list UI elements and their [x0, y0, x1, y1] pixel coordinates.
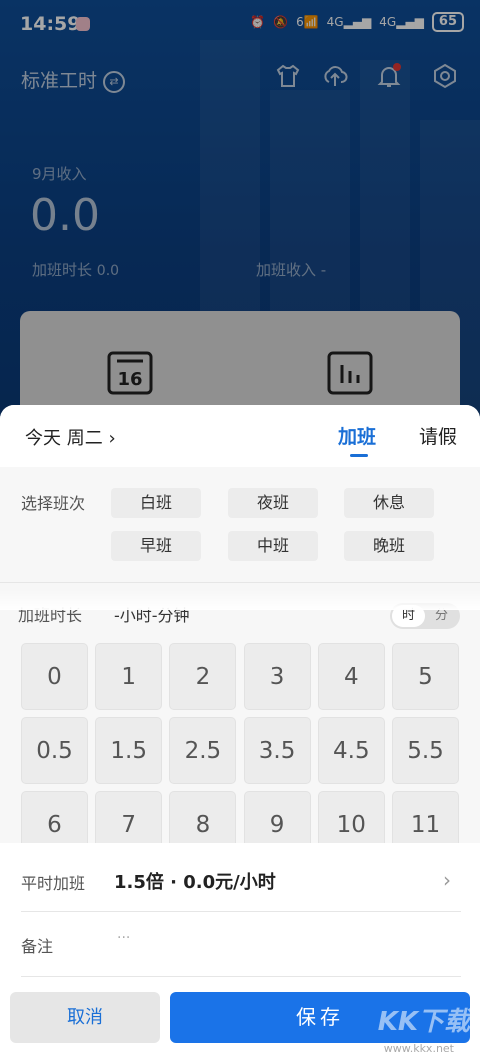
keypad-key[interactable]: 2: [169, 643, 237, 710]
cancel-button[interactable]: 取消: [10, 992, 160, 1043]
rate-label: 平时加班: [21, 874, 86, 893]
divider: [21, 976, 461, 977]
keypad-key[interactable]: 2.5: [169, 717, 237, 784]
dim-overlay[interactable]: [0, 0, 480, 420]
keypad-key[interactable]: 5.5: [392, 717, 459, 784]
keypad-key[interactable]: 10: [317, 791, 385, 843]
shift-rest[interactable]: 休息: [344, 488, 434, 518]
tab-indicator: [350, 454, 368, 457]
shift-evening[interactable]: 晚班: [344, 531, 434, 561]
watermark-logo: KK下载: [377, 1007, 470, 1037]
tab-overtime[interactable]: 加班: [338, 422, 376, 449]
note-input[interactable]: ···: [117, 930, 130, 946]
number-keypad: 0 1 2 3 4 5 0.5 1.5 2.5 3.5 4.5 5.5 6 7 8 9 10 11: [21, 643, 461, 843]
keypad-key[interactable]: 3: [243, 643, 311, 710]
keypad-key[interactable]: 1: [95, 643, 163, 710]
keypad-key[interactable]: 1.5: [95, 717, 163, 784]
divider: [21, 911, 461, 912]
shift-middle[interactable]: 中班: [228, 531, 318, 561]
keypad-key[interactable]: 11: [392, 791, 459, 843]
keypad-key[interactable]: 4: [317, 643, 385, 710]
date-selector[interactable]: 今天 周二 ›: [25, 424, 116, 450]
shift-day[interactable]: 白班: [111, 488, 201, 518]
sheet-header: 今天 周二 › 加班 请假: [0, 405, 480, 467]
rate-value[interactable]: 1.5倍 · 0.0元/小时: [114, 868, 276, 894]
keypad-key[interactable]: 5: [392, 643, 459, 710]
keypad-key[interactable]: 6: [21, 791, 88, 843]
shift-morning[interactable]: 早班: [111, 531, 201, 561]
keypad-key[interactable]: 4.5: [317, 717, 385, 784]
overtime-bottom-sheet: 今天 周二 › 加班 请假 选择班次 白班 夜班 休息 早班 中班 晚班 加班时…: [0, 405, 480, 1058]
shift-night[interactable]: 夜班: [228, 488, 318, 518]
tab-leave[interactable]: 请假: [419, 422, 457, 449]
keypad-key[interactable]: 3.5: [243, 717, 311, 784]
keypad-key[interactable]: 0.5: [21, 717, 88, 784]
keypad-key[interactable]: 9: [243, 791, 311, 843]
shift-label: 选择班次: [21, 494, 86, 513]
keypad-key[interactable]: 0: [21, 643, 88, 710]
chevron-right-icon[interactable]: ›: [443, 868, 451, 892]
note-label: 备注: [21, 937, 54, 956]
keypad-key[interactable]: 7: [95, 791, 163, 843]
watermark-url: www.kkx.net: [383, 1042, 454, 1055]
chevron-right-icon: ›: [108, 428, 116, 449]
keypad-fade: [0, 590, 480, 610]
divider: [0, 582, 480, 583]
keypad-key[interactable]: 8: [169, 791, 237, 843]
